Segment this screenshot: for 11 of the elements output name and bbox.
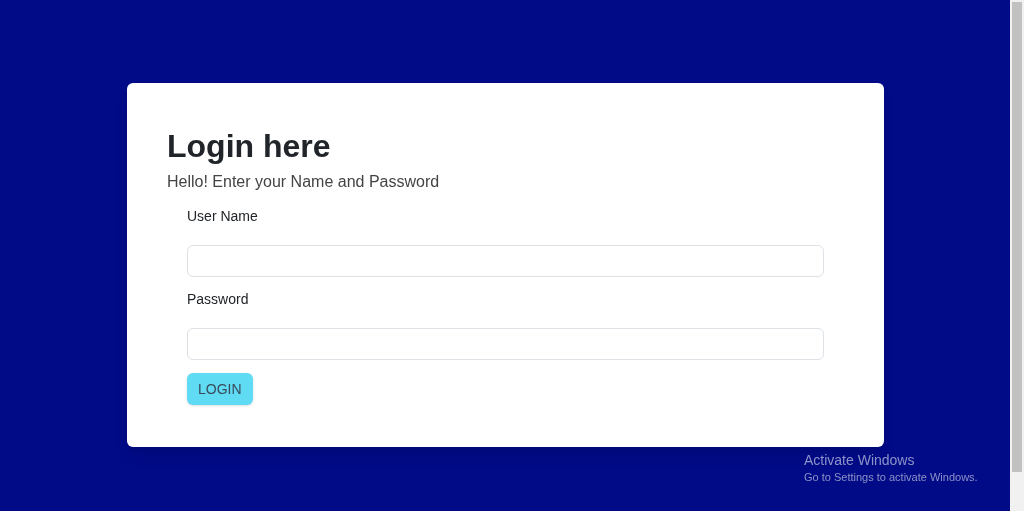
field-label: User Name bbox=[187, 207, 258, 226]
scrollbar[interactable] bbox=[1010, 0, 1024, 511]
login-button[interactable]: LOGIN bbox=[187, 373, 253, 405]
field-label: Password bbox=[187, 290, 249, 309]
login-subtitle: Hello! Enter your Name and Password bbox=[167, 172, 440, 192]
scrollbar-thumb[interactable] bbox=[1012, 2, 1022, 472]
activation-text: Go to Settings to activate Windows. bbox=[804, 470, 978, 485]
input-field[interactable] bbox=[187, 245, 824, 277]
login-title: Login here bbox=[167, 127, 331, 165]
activation-title: Activate Windows bbox=[804, 451, 916, 469]
input-field[interactable] bbox=[187, 328, 824, 360]
